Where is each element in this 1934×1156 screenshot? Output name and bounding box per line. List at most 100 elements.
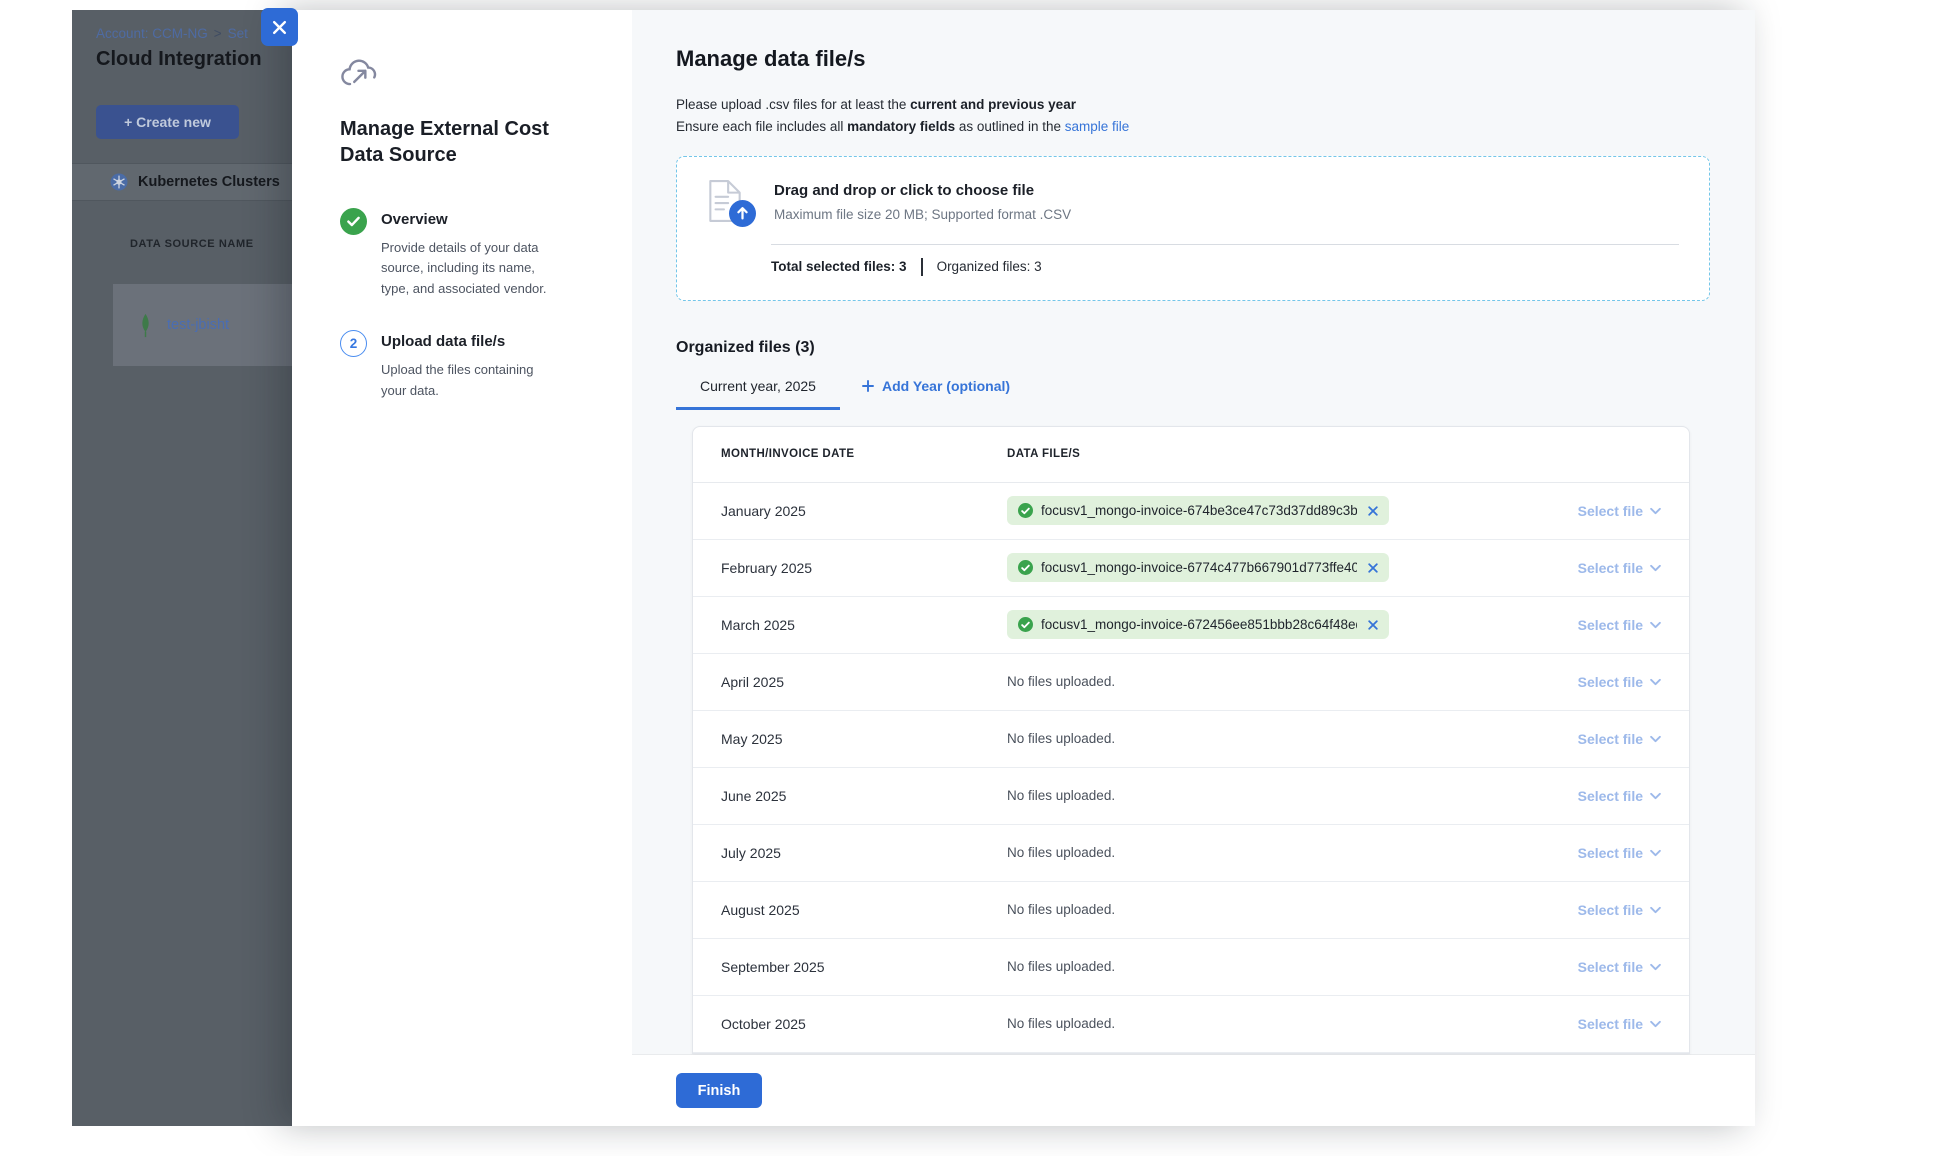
chevron-down-icon [1650,906,1661,914]
tab-current-year[interactable]: Current year, 2025 [676,378,840,410]
select-file-dropdown[interactable]: Select file [1578,788,1661,804]
instruction-line-1: Please upload .csv files for at least th… [676,94,1710,116]
file-cell: No files uploaded. [1007,844,1531,862]
file-cell: No files uploaded. [1007,787,1531,805]
instruction-line-2-text2: as outlined in the [955,119,1065,134]
chevron-down-icon [1650,792,1661,800]
select-file-label: Select file [1578,560,1643,576]
month-label: February 2025 [721,560,1007,576]
month-row: April 2025No files uploaded. Select file [693,654,1689,711]
chevron-down-icon [1650,1020,1661,1028]
select-file-dropdown[interactable]: Select file [1578,845,1661,861]
panel-heading: Manage data file/s [676,46,1710,72]
table-body: January 2025focusv1_mongo-invoice-674be3… [693,483,1689,1053]
no-files-text: No files uploaded. [1007,959,1115,974]
breadcrumb: Account: CCM-NG>Set [96,26,248,41]
file-cell: focusv1_mongo-invoice-6774c477b667901d77… [1007,553,1531,582]
select-file-dropdown[interactable]: Select file [1578,731,1661,747]
instruction-line-2-bold: mandatory fields [847,119,955,134]
step-number-badge: 2 [340,330,367,357]
month-label: August 2025 [721,902,1007,918]
dropzone-divider [771,244,1679,245]
drawer-title: Manage External Cost Data Source [340,116,572,169]
select-file-label: Select file [1578,674,1643,690]
file-success-icon [1018,560,1033,575]
select-file-dropdown[interactable]: Select file [1578,902,1661,918]
select-file-label: Select file [1578,959,1643,975]
file-cell: No files uploaded. [1007,730,1531,748]
step-upload-description: Upload the files containing your data. [381,360,561,401]
month-row: February 2025 focusv1_mongo-invoice-6774c… [693,540,1689,597]
month-label: July 2025 [721,845,1007,861]
instruction-line-2: Ensure each file includes all mandatory … [676,116,1710,138]
total-selected-files: Total selected files: 3 [771,259,907,274]
chevron-down-icon [1650,678,1661,686]
month-row: May 2025No files uploaded.Select file [693,711,1689,768]
file-dropzone[interactable]: Drag and drop or click to choose file Ma… [676,156,1710,301]
create-new-button[interactable]: + Create new [96,105,239,139]
select-file-dropdown[interactable]: Select file [1578,503,1661,519]
uploaded-file-chip: focusv1_mongo-invoice-6774c477b667901d77… [1007,553,1389,582]
file-name: focusv1_mongo-invoice-672456ee851bbb28c6… [1041,617,1357,632]
month-label: April 2025 [721,674,1007,690]
file-upload-icon [707,179,753,227]
content-scroll-area[interactable]: Manage data file/s Please upload .csv fi… [632,10,1755,1055]
select-file-label: Select file [1578,731,1643,747]
select-file-dropdown[interactable]: Select file [1578,674,1661,690]
column-header-data-source-name: DATA SOURCE NAME [130,238,254,250]
finish-button[interactable]: Finish [676,1073,762,1108]
step-upload-data-files[interactable]: 2 Upload data file/s Upload the files co… [340,333,602,401]
column-month-invoice-date: MONTH/INVOICE DATE [721,448,1007,460]
close-drawer-button[interactable] [261,8,298,46]
no-files-text: No files uploaded. [1007,902,1115,917]
select-file-dropdown[interactable]: Select file [1578,1016,1661,1032]
year-tabs: Current year, 2025 Add Year (optional) [676,378,1710,410]
page-title: Cloud Integration [96,48,262,71]
file-cell: No files uploaded. [1007,901,1531,919]
select-file-dropdown[interactable]: Select file [1578,560,1661,576]
add-year-label: Add Year (optional) [882,378,1010,394]
data-source-name-link[interactable]: test-jbisht [167,317,229,333]
chevron-down-icon [1650,507,1661,515]
remove-file-icon[interactable] [1368,620,1378,630]
chevron-down-icon [1650,621,1661,629]
no-files-text: No files uploaded. [1007,788,1115,803]
file-cell: No files uploaded. [1007,673,1531,691]
select-file-label: Select file [1578,503,1643,519]
organized-files-count: Organized files: 3 [937,259,1042,274]
month-row: March 2025 focusv1_mongo-invoice-672456ee… [693,597,1689,654]
chevron-down-icon [1650,735,1661,743]
organized-files-table: MONTH/INVOICE DATE DATA FILE/S January 2… [692,426,1690,1054]
month-row: September 2025No files uploaded.Select f… [693,939,1689,996]
step-overview-label: Overview [381,211,561,228]
select-file-label: Select file [1578,845,1643,861]
drawer-content-panel: Manage data file/s Please upload .csv fi… [632,10,1755,1126]
dropzone-title: Drag and drop or click to choose file [774,179,1071,199]
drawer-side-nav: Manage External Cost Data Source Overvie… [292,10,632,1126]
column-data-files: DATA FILE/S [1007,448,1531,460]
chevron-down-icon [1650,963,1661,971]
manage-external-cost-drawer: Manage External Cost Data Source Overvie… [292,10,1755,1126]
step-overview[interactable]: Overview Provide details of your data so… [340,211,602,300]
select-file-dropdown[interactable]: Select file [1578,959,1661,975]
month-label: March 2025 [721,617,1007,633]
breadcrumb-account-link[interactable]: Account: CCM-NG [96,26,208,41]
remove-file-icon[interactable] [1368,563,1378,573]
file-cell: No files uploaded. [1007,1015,1531,1033]
uploaded-file-chip: focusv1_mongo-invoice-672456ee851bbb28c6… [1007,610,1389,639]
remove-file-icon[interactable] [1368,506,1378,516]
step-upload-label: Upload data file/s [381,333,561,350]
tab-kubernetes-clusters-label: Kubernetes Clusters [138,174,280,190]
select-file-dropdown[interactable]: Select file [1578,617,1661,633]
add-year-button[interactable]: Add Year (optional) [862,378,1010,410]
data-source-row[interactable]: test-jbisht [113,284,292,366]
tab-kubernetes-clusters[interactable]: Kubernetes Clusters [72,163,292,201]
file-name: focusv1_mongo-invoice-6774c477b667901d77… [1041,560,1357,575]
file-cell: No files uploaded. [1007,958,1531,976]
file-name: focusv1_mongo-invoice-674be3ce47c73d37dd… [1041,503,1357,518]
breadcrumb-separator: > [214,26,222,41]
chevron-down-icon [1650,849,1661,857]
chevron-down-icon [1650,564,1661,572]
sample-file-link[interactable]: sample file [1065,119,1130,134]
select-file-label: Select file [1578,788,1643,804]
